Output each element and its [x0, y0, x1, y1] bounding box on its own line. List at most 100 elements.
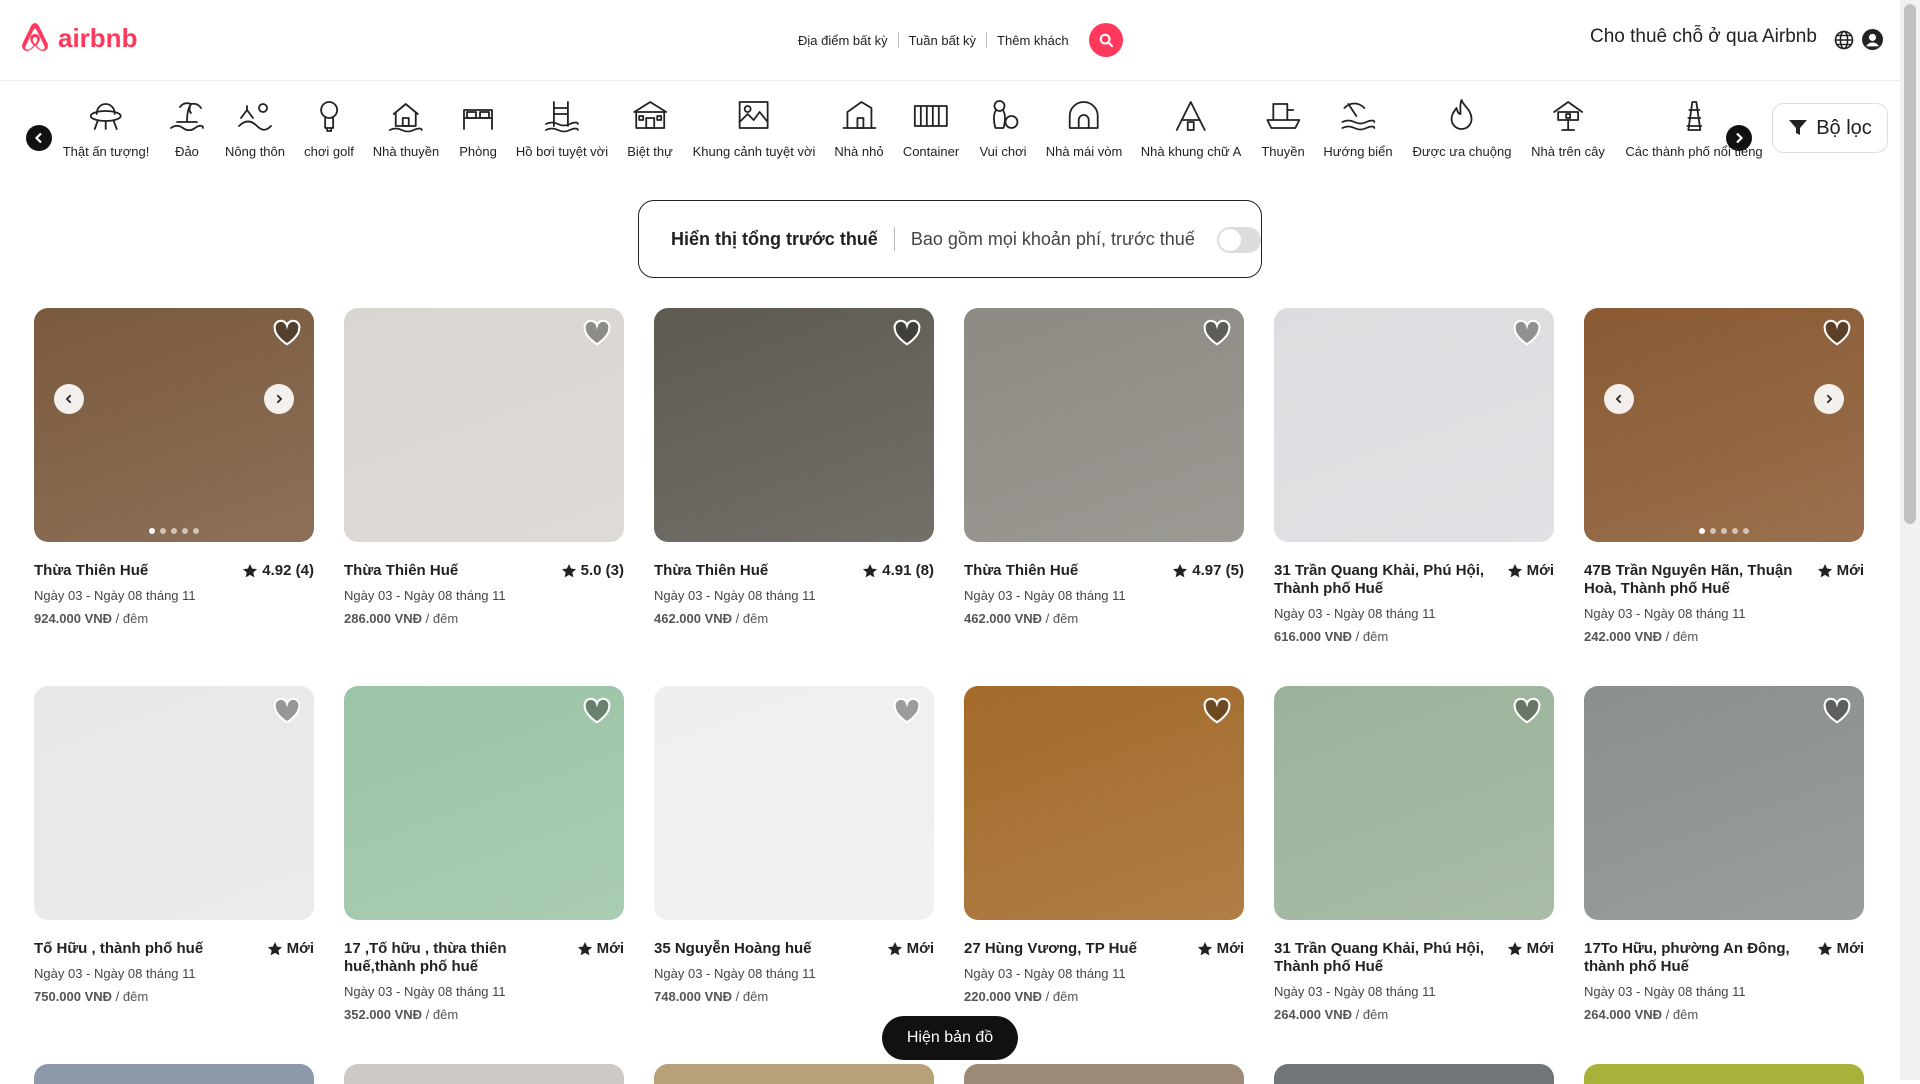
listing-price-row: 462.000 VNĐ / đêm	[964, 611, 1244, 626]
search-where[interactable]: Địa điểm bất kỳ	[788, 33, 898, 48]
listing-photo[interactable]	[1274, 308, 1554, 542]
listing-rating: 4.97 (5)	[1172, 562, 1244, 579]
heart-icon[interactable]	[1512, 696, 1542, 726]
listing-price: 750.000 VNĐ	[34, 989, 113, 1004]
category-item[interactable]: Container	[903, 96, 959, 159]
listing-photo[interactable]	[34, 686, 314, 920]
tax-toggle-switch[interactable]	[1217, 227, 1261, 253]
heart-icon[interactable]	[892, 696, 922, 726]
search-when[interactable]: Tuần bất kỳ	[899, 33, 986, 48]
listing-photo[interactable]	[654, 308, 934, 542]
photo-next-button[interactable]	[264, 384, 294, 414]
category-item[interactable]: Các thành phố nổi tiếng	[1625, 96, 1763, 159]
category-label: Nhà mái vòm	[1045, 144, 1123, 159]
heart-icon[interactable]	[1202, 696, 1232, 726]
category-label: Nhà nhỏ	[834, 144, 884, 159]
listing-photo[interactable]	[1584, 686, 1864, 920]
airbnb-logo[interactable]: airbnb	[18, 20, 137, 56]
category-prev-button[interactable]	[26, 125, 52, 151]
tax-toggle-panel: Hiển thị tổng trước thuế Bao gồm mọi kho…	[638, 200, 1262, 278]
listing-info: 17To Hữu, phường An Đông, thành phố Huế M…	[1584, 940, 1864, 1022]
category-item[interactable]: Nhà khung chữ A	[1141, 96, 1241, 159]
listing-photo-peek[interactable]	[34, 1064, 314, 1084]
scrollbar-thumb[interactable]	[1904, 4, 1916, 524]
category-item[interactable]: Nhà thuyền	[373, 96, 439, 159]
category-item[interactable]: Nhà mái vòm	[1045, 96, 1123, 159]
listing-photo[interactable]	[654, 686, 934, 920]
category-item[interactable]: Biệt thự	[627, 96, 673, 159]
category-item[interactable]: Nhà trên cây	[1531, 96, 1605, 159]
listing-price: 286.000 VNĐ	[344, 611, 423, 626]
listing-photo-peek[interactable]	[1274, 1064, 1554, 1084]
listing-dates: Ngày 03 - Ngày 08 tháng 11	[34, 966, 196, 981]
photo-dots	[1584, 528, 1864, 534]
user-icon[interactable]	[1862, 29, 1883, 50]
category-item[interactable]: Khung cảnh tuyệt vời	[692, 96, 816, 159]
listing-photo-peek[interactable]	[654, 1064, 934, 1084]
listing-photo-peek[interactable]	[344, 1064, 624, 1084]
category-item[interactable]: Hướng biển	[1323, 96, 1393, 159]
heart-icon[interactable]	[272, 318, 302, 348]
listing-price-unit: / đêm	[1352, 629, 1389, 644]
heart-icon[interactable]	[1202, 318, 1232, 348]
listing-photo[interactable]	[34, 308, 314, 542]
countryside-icon	[238, 103, 272, 131]
category-item[interactable]: Hồ bơi tuyệt vời	[516, 96, 608, 159]
listing-info: Thừa Thiên Huế 5.0 (3) Ngày 03 - Ngày 08 t…	[344, 562, 624, 626]
listing-photo[interactable]	[344, 308, 624, 542]
chevron-left-icon	[34, 132, 42, 144]
category-label: Thuyền	[1261, 144, 1305, 159]
heart-icon[interactable]	[582, 318, 612, 348]
category-item[interactable]: Được ưa chuộng	[1413, 96, 1511, 159]
listing-photo[interactable]	[964, 308, 1244, 542]
heart-icon[interactable]	[892, 318, 922, 348]
listing-photo-peek[interactable]	[964, 1064, 1244, 1084]
listing-price-row: 748.000 VNĐ / đêm	[654, 989, 934, 1004]
heart-icon[interactable]	[272, 696, 302, 726]
heart-icon[interactable]	[1822, 696, 1852, 726]
listing-photo[interactable]	[1274, 686, 1554, 920]
search-bar[interactable]: Địa điểm bất kỳ Tuần bất kỳ Thêm khách	[788, 22, 1123, 58]
listing-rating: 4.91 (8)	[862, 562, 934, 579]
filter-button[interactable]: Bộ lọc	[1772, 103, 1888, 153]
photo-prev-button[interactable]	[54, 384, 84, 414]
listing-dates: Ngày 03 - Ngày 08 tháng 11	[1584, 984, 1746, 999]
photo-next-button[interactable]	[1814, 384, 1844, 414]
listing-photo[interactable]	[1584, 308, 1864, 542]
listing-photo-peek[interactable]	[1584, 1064, 1864, 1084]
category-item[interactable]: Vui chơi	[979, 96, 1027, 159]
listing-dates: Ngày 03 - Ngày 08 tháng 11	[654, 588, 816, 603]
category-item[interactable]: Thật ấn tượng!	[63, 96, 149, 159]
rating-value: 5.0 (3)	[580, 562, 624, 579]
category-label: Khung cảnh tuyệt vời	[692, 144, 816, 159]
heart-icon[interactable]	[1512, 318, 1542, 348]
page-scrollbar[interactable]	[1900, 0, 1920, 1080]
photo-prev-button[interactable]	[1604, 384, 1634, 414]
heart-icon[interactable]	[1822, 318, 1852, 348]
listing-price-row: 220.000 VNĐ / đêm	[964, 989, 1244, 1004]
show-map-button[interactable]: Hiện bản đồ	[882, 1016, 1018, 1060]
listing-photo[interactable]	[344, 686, 624, 920]
listing-photo[interactable]	[964, 686, 1244, 920]
globe-icon[interactable]	[1834, 30, 1854, 50]
category-label: Phòng	[459, 144, 497, 159]
listing-price-row: 750.000 VNĐ / đêm	[34, 989, 314, 1004]
category-item[interactable]: chơi golf	[304, 96, 354, 159]
rating-value: Mới	[1526, 562, 1554, 579]
category-item[interactable]: Nhà nhỏ	[834, 96, 884, 159]
divider	[893, 227, 895, 251]
category-item[interactable]: Nông thôn	[225, 96, 285, 159]
host-link[interactable]: Cho thuê chỗ ở qua Airbnb	[1590, 26, 1817, 48]
search-icon	[1099, 33, 1113, 47]
rating-value: Mới	[906, 940, 934, 957]
listing-price: 220.000 VNĐ	[964, 989, 1043, 1004]
play-icon	[992, 100, 1018, 129]
search-button[interactable]	[1088, 23, 1123, 57]
category-item[interactable]: Thuyền	[1261, 96, 1305, 159]
heart-icon[interactable]	[582, 696, 612, 726]
category-item[interactable]: Phòng	[458, 96, 498, 159]
category-item[interactable]: Đảo	[167, 96, 207, 159]
listing-price-unit: / đêm	[1042, 611, 1079, 626]
search-who[interactable]: Thêm khách	[987, 33, 1079, 48]
category-label: Nông thôn	[225, 144, 285, 159]
